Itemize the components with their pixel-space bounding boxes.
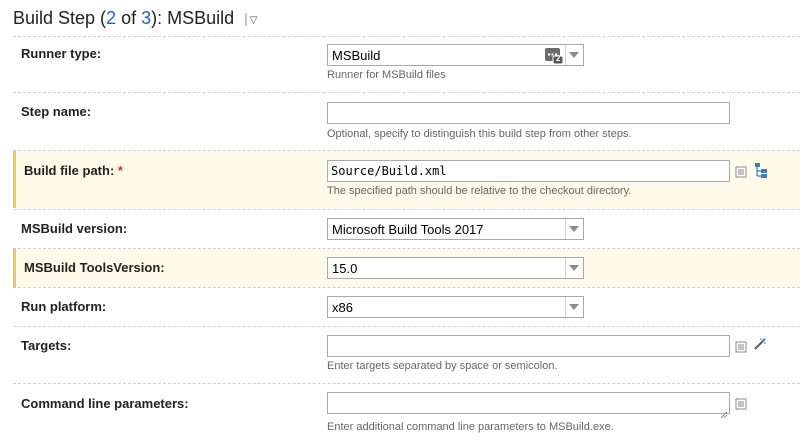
step-name-label: Step name:	[21, 104, 92, 119]
row-divider	[13, 92, 800, 93]
targets-label: Targets:	[21, 338, 72, 353]
run-platform-select[interactable]: x86	[327, 296, 584, 318]
runner-type-label: Runner type:	[21, 46, 102, 61]
step-name-hint: Optional, specify to distinguish this bu…	[327, 128, 632, 140]
run-platform-dropdown-arrow[interactable]	[565, 297, 583, 317]
msbuild-version-value: Microsoft Build Tools 2017	[332, 222, 484, 237]
runner-type-select[interactable]: MSBuild 2	[327, 44, 584, 66]
row-divider	[13, 150, 800, 151]
title-separator: |	[244, 10, 248, 26]
build-file-path-label: Build file path: *	[24, 163, 123, 178]
build-file-path-input[interactable]: Source/Build.xml	[327, 160, 730, 182]
build-file-path-label-text: Build file path:	[24, 163, 115, 178]
runner-type-value: MSBuild	[332, 48, 381, 63]
row-divider	[13, 383, 800, 384]
targets-input[interactable]	[327, 335, 730, 357]
command-line-hint: Enter additional command line parameters…	[327, 421, 614, 433]
targets-hint: Enter targets separated by space or semi…	[327, 360, 558, 372]
step-total-link[interactable]: 3	[141, 8, 151, 28]
file-tree-icon[interactable]	[754, 162, 768, 184]
run-platform-value: x86	[332, 300, 353, 315]
tools-version-label: MSBuild ToolsVersion:	[24, 260, 165, 275]
text-editor-icon[interactable]	[735, 397, 747, 415]
tools-version-select[interactable]: 15.0	[327, 257, 584, 279]
resize-handle-icon[interactable]	[720, 405, 728, 419]
title-of: of	[116, 8, 142, 28]
step-menu-icon[interactable]: ▽	[250, 15, 258, 26]
build-file-path-hint: The specified path should be relative to…	[327, 185, 632, 197]
runner-selector-icon[interactable]: 2	[544, 46, 564, 70]
msbuild-version-select[interactable]: Microsoft Build Tools 2017	[327, 218, 584, 240]
required-marker: *	[117, 163, 123, 178]
tools-version-dropdown-arrow[interactable]	[565, 258, 583, 278]
row-divider	[13, 36, 800, 37]
step-name-input[interactable]	[327, 102, 730, 124]
row-divider	[13, 326, 800, 327]
text-editor-icon[interactable]	[735, 165, 747, 183]
magic-wand-icon[interactable]	[753, 337, 767, 356]
text-editor-icon[interactable]	[735, 340, 747, 358]
command-line-label: Command line parameters:	[21, 396, 189, 411]
row-divider	[13, 248, 800, 249]
build-file-path-value: Source/Build.xml	[331, 164, 447, 178]
title-suffix: ): MSBuild	[151, 8, 235, 28]
runner-type-hint: Runner for MSBuild files	[327, 69, 446, 81]
runner-badge-count: 2	[556, 54, 561, 63]
row-divider	[13, 287, 800, 288]
step-current-link[interactable]: 2	[106, 8, 116, 28]
build-step-title: Build Step (2 of 3): MSBuild | ▽	[13, 8, 257, 29]
runner-type-dropdown-arrow[interactable]	[565, 45, 583, 65]
tools-version-value: 15.0	[332, 261, 358, 276]
run-platform-label: Run platform:	[21, 299, 107, 314]
title-prefix: Build Step (	[13, 8, 107, 28]
msbuild-version-label: MSBuild version:	[21, 221, 128, 236]
msbuild-version-dropdown-arrow[interactable]	[565, 219, 583, 239]
row-divider	[13, 209, 800, 210]
command-line-textarea[interactable]	[327, 392, 730, 419]
